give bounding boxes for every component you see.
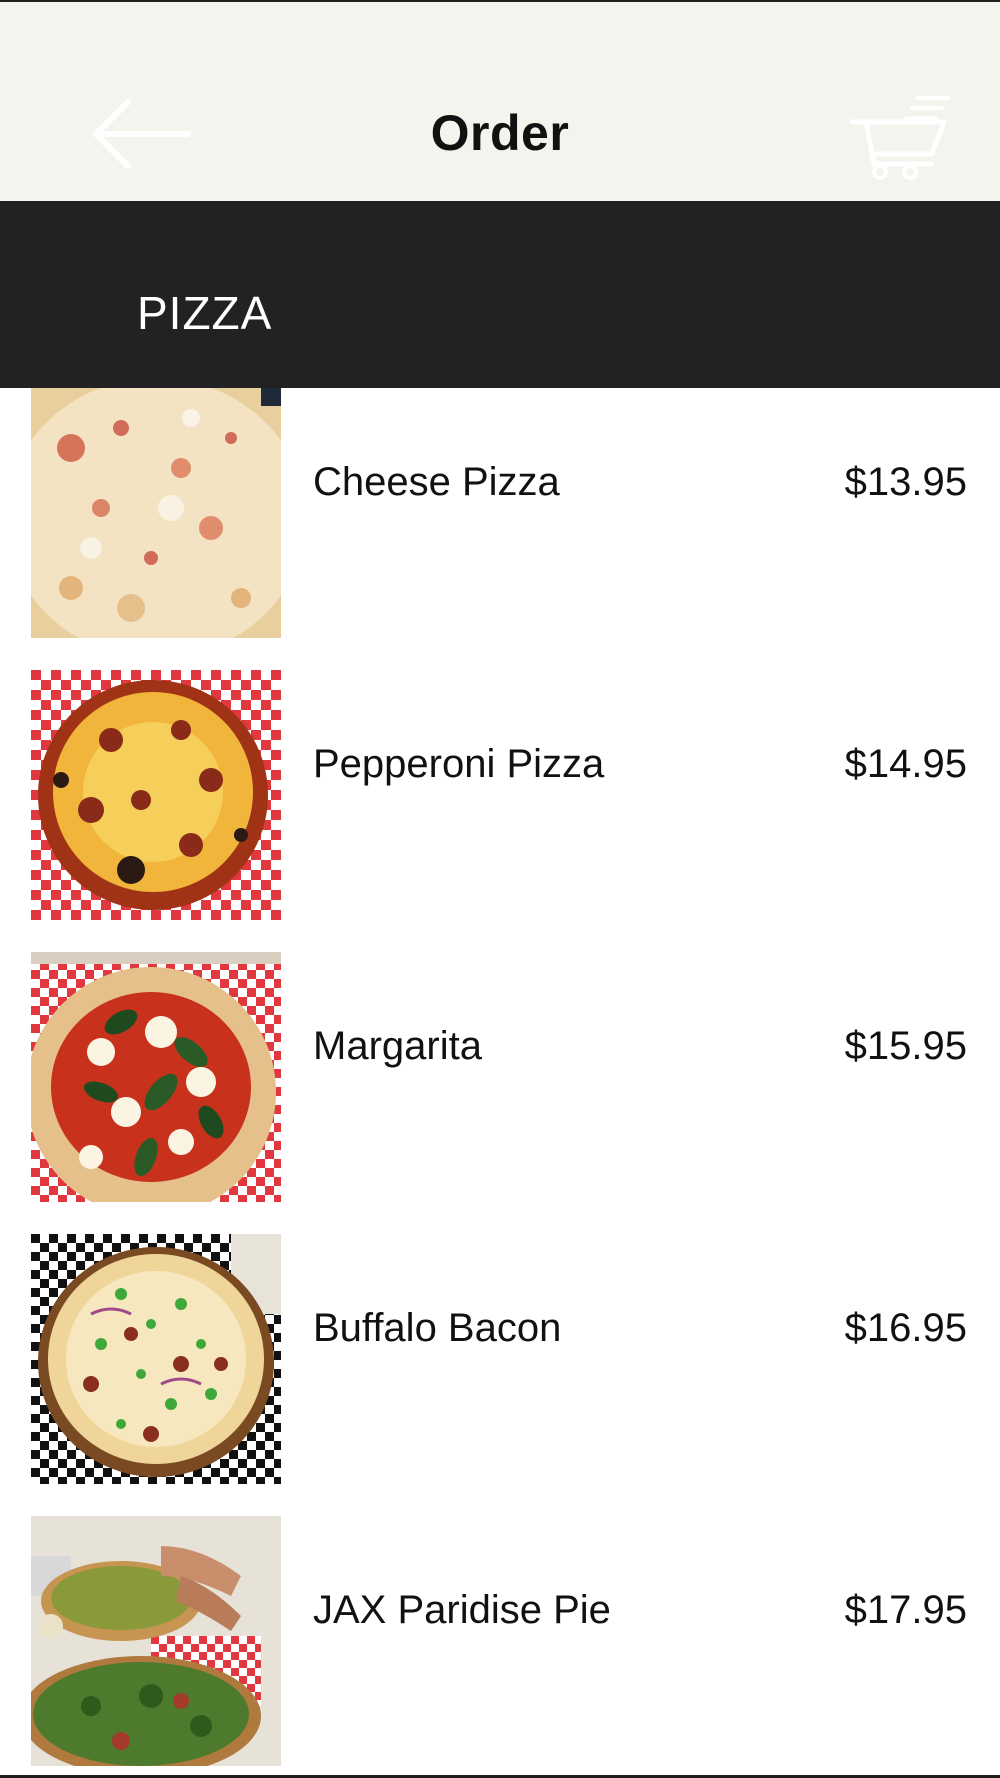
app-header: Order bbox=[0, 2, 1000, 201]
shopping-cart-icon bbox=[849, 96, 950, 180]
pepperoni-pizza-photo bbox=[31, 670, 281, 920]
category-bar: PIZZA bbox=[0, 201, 1000, 388]
item-name: Margarita bbox=[313, 1024, 482, 1068]
menu-item[interactable]: Cheese Pizza $13.95 bbox=[0, 388, 1000, 638]
margarita-pizza-photo bbox=[31, 952, 281, 1202]
cart-button[interactable] bbox=[848, 92, 958, 182]
item-name: Cheese Pizza bbox=[313, 460, 560, 504]
item-price: $13.95 bbox=[844, 460, 967, 504]
item-price: $14.95 bbox=[844, 742, 967, 786]
item-name: Buffalo Bacon bbox=[313, 1306, 562, 1350]
menu-item[interactable]: Pepperoni Pizza $14.95 bbox=[0, 670, 1000, 920]
category-tab-pizza[interactable]: PIZZA bbox=[137, 286, 272, 340]
item-name: Pepperoni Pizza bbox=[313, 742, 605, 786]
menu-item[interactable]: Margarita $15.95 bbox=[0, 952, 1000, 1202]
item-name: JAX Paridise Pie bbox=[313, 1588, 611, 1632]
item-price: $15.95 bbox=[844, 1024, 967, 1068]
menu-item[interactable]: JAX Paridise Pie $17.95 bbox=[0, 1516, 1000, 1766]
menu-item[interactable]: Buffalo Bacon $16.95 bbox=[0, 1234, 1000, 1484]
item-price: $16.95 bbox=[844, 1306, 967, 1350]
item-price: $17.95 bbox=[844, 1588, 967, 1632]
cheese-pizza-photo bbox=[31, 388, 281, 638]
buffalo-bacon-pizza-photo bbox=[31, 1234, 281, 1484]
jax-paridise-pie-photo bbox=[31, 1516, 281, 1766]
